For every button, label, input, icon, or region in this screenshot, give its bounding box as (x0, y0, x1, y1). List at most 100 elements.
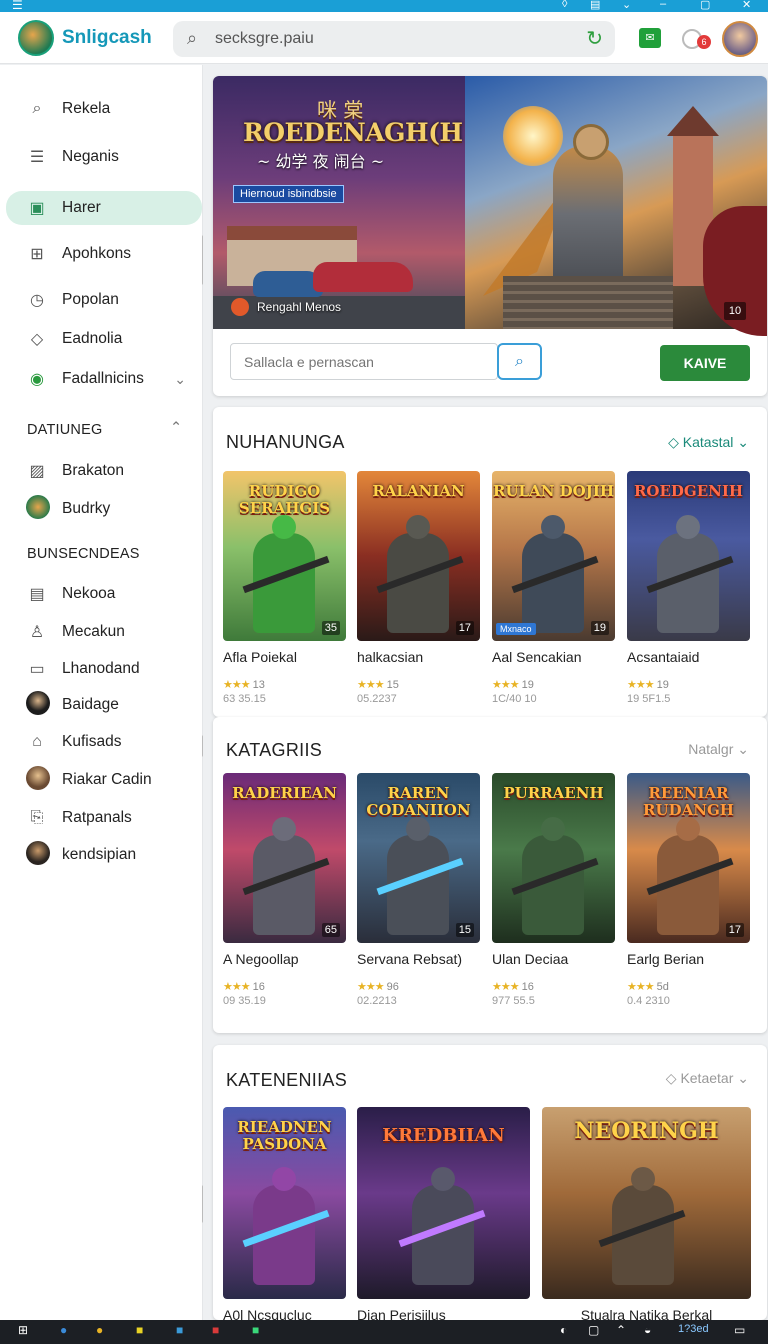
star-rating-icon: ★★★ (223, 679, 251, 691)
thumbnail-title: KREDBIIAN (382, 1125, 505, 1146)
game-name[interactable]: halkacsian (357, 649, 480, 665)
sidebar-item-fadallnicins[interactable]: ◉ Fadallnicins ⌄ (6, 362, 202, 396)
chevron-down-icon[interactable]: ⌄ (174, 371, 186, 388)
notification-center-icon[interactable]: ▭ (734, 1323, 745, 1341)
folder-icon: ▭ (29, 661, 45, 678)
game-card[interactable]: RADERIEAN 65 A Negoollap ★★★ 16 09 35.19 (223, 773, 346, 1007)
maximize-icon[interactable]: ▢ (700, 0, 710, 11)
game-card[interactable]: RUDIGO SERAHGIS 35 Afla Poiekal ★★★ 13 6… (223, 471, 346, 705)
refresh-icon[interactable]: ↻ (586, 26, 603, 51)
game-thumbnail[interactable]: RIEADNEN PASDONA (223, 1107, 346, 1299)
close-icon[interactable]: ✕ (742, 0, 751, 11)
sidebar-item-label: kendsipian (62, 846, 137, 863)
network-icon[interactable]: ◒ (644, 1323, 651, 1341)
game-thumbnail[interactable]: RAREN CODANIION 15 (357, 773, 480, 943)
game-name[interactable]: Acsantaiaid (627, 649, 750, 665)
sidebar-item-apohkons[interactable]: ⊞ Apohkons (6, 237, 202, 271)
section-link[interactable]: ◇ Ketaetar ⌄ (666, 1070, 749, 1087)
sidebar-item-riakar-cadin[interactable]: Riakar Cadin (6, 763, 202, 797)
game-name[interactable]: A Negoollap (223, 951, 346, 967)
hamburger-icon[interactable]: ☰ (12, 0, 23, 12)
banner-subtitle: ~ 幼学 夜 闹台 ~ (257, 152, 385, 171)
section-link[interactable]: Natalgr ⌄ (688, 741, 749, 758)
search-bar[interactable]: ⌕ ↻ (173, 21, 615, 57)
banner-art-right[interactable] (465, 76, 767, 336)
search-input[interactable] (215, 29, 555, 49)
tray-icon[interactable]: ▢ (588, 1323, 599, 1341)
windows-start-icon[interactable]: ⊞ (18, 1323, 28, 1341)
banner-art-left[interactable]: 咪 棠 ROEDENAGH(H ~ 幼学 夜 闹台 ~ Hiernoud isb… (213, 76, 465, 329)
edge-icon[interactable]: ● (60, 1323, 67, 1341)
star-rating-icon: ★★★ (223, 981, 251, 993)
app-icon[interactable]: ■ (212, 1323, 219, 1341)
search-icon: ⌕ (32, 100, 42, 117)
folder-icon[interactable]: ■ (136, 1323, 143, 1341)
sidebar-item-lhanodand[interactable]: ▭ Lhanodand (6, 652, 202, 686)
chrome-icon[interactable]: ● (96, 1323, 103, 1341)
tray-icon[interactable]: ◐ (560, 1323, 567, 1341)
game-card[interactable]: RIEADNEN PASDONA A0l Ncsqucluc (223, 1107, 346, 1323)
game-thumbnail[interactable]: RUDIGO SERAHGIS 35 (223, 471, 346, 641)
sidebar-item-harer[interactable]: ▣ Harer (6, 191, 202, 225)
game-card[interactable]: RALANIAN 17 halkacsian ★★★ 15 05.2237 (357, 471, 480, 705)
app-icon[interactable]: ■ (252, 1323, 259, 1341)
sidebar-item-neganis[interactable]: ☰ Neganis (6, 140, 202, 174)
section-card-katagriis: KATAGRIIS Natalgr ⌄ RADERIEAN 65 A Negoo… (213, 717, 767, 1033)
banner-go-button[interactable]: KAIVE (660, 345, 750, 381)
store-icon[interactable]: ■ (176, 1323, 183, 1341)
star-rating-icon: ★★★ (492, 981, 520, 993)
section-link-label: Natalgr (688, 741, 734, 757)
game-thumbnail[interactable]: NEORINGH (542, 1107, 751, 1299)
game-thumbnail[interactable]: REENIAR RUDANGH 17 (627, 773, 750, 943)
user-avatar[interactable] (722, 21, 758, 57)
game-card[interactable]: NEORINGH Stualra Natika Berkal (542, 1107, 751, 1323)
app-logo[interactable] (18, 20, 54, 56)
game-name[interactable]: Afla Poiekal (223, 649, 346, 665)
section-link[interactable]: ◇ Katastal ⌄ (668, 434, 749, 451)
sidebar-item-eadnolia[interactable]: ◇ Eadnolia (6, 322, 202, 356)
sidebar-item-kufisads[interactable]: ⌂ Kufisads (6, 725, 202, 759)
sidebar-item-ratpanals[interactable]: ⎘ Ratpanals (6, 801, 202, 835)
game-card[interactable]: ROEDGENIH Acsantaiaid ★★★ 19 19 5F1.5 (627, 471, 750, 705)
sidebar-item-kendsipian[interactable]: kendsipian (6, 838, 202, 872)
game-name[interactable]: Aal Sencakian (492, 649, 615, 665)
clock-text[interactable]: 1?3ed (678, 1323, 709, 1341)
game-name[interactable]: Servana Rebsat) (357, 951, 480, 967)
chevron-down-icon: ⌄ (737, 434, 749, 450)
avatar-icon (26, 690, 50, 720)
sidebar-item-nekooa[interactable]: ▤ Nekooa (6, 577, 202, 611)
section-title-datiuneg[interactable]: DATIUNEG ⌃ (27, 420, 182, 438)
brand-name[interactable]: Snligcash (62, 27, 152, 49)
banner-tag[interactable]: Hiernoud isbindbsie (233, 185, 344, 203)
sidebar-item-label: Lhanodand (62, 660, 140, 677)
game-name[interactable]: Earlg Berian (627, 951, 750, 967)
banner-search-input[interactable] (230, 343, 498, 380)
game-card[interactable]: RULAN DOJIH Mxnaco 19 Aal Sencakian ★★★ … (492, 471, 615, 705)
game-card[interactable]: REENIAR RUDANGH 17 Earlg Berian ★★★ 5d 0… (627, 773, 750, 1007)
sidebar-item-brakaton[interactable]: ▨ Brakaton (6, 454, 202, 488)
sidebar-item-budrky[interactable]: Budrky (6, 492, 202, 526)
game-thumbnail[interactable]: RULAN DOJIH Mxnaco 19 (492, 471, 615, 641)
sidebar-item-baidage[interactable]: Baidage (6, 688, 202, 722)
game-thumbnail[interactable]: RADERIEAN 65 (223, 773, 346, 943)
game-thumbnail[interactable]: RALANIAN 17 (357, 471, 480, 641)
game-card[interactable]: RAREN CODANIION 15 Servana Rebsat) ★★★ 9… (357, 773, 480, 1007)
sidebar-item-rekela[interactable]: ⌕ Rekela (6, 92, 202, 126)
game-thumbnail[interactable]: KREDBIIAN (357, 1107, 530, 1299)
minimize-icon[interactable]: – (660, 0, 666, 10)
chat-button[interactable]: ✉ (639, 28, 661, 48)
sidebar-item-popolan[interactable]: ◷ Popolan (6, 283, 202, 317)
doc-icon: ▤ (29, 586, 45, 603)
sidebar-item-mecakun[interactable]: ♙ Mecakun (6, 615, 202, 649)
list-icon: ☰ (29, 149, 45, 166)
game-rating: ★★★ 15 (357, 678, 480, 691)
game-card[interactable]: PURRAENH Ulan Deciaa ★★★ 16 977 55.5 (492, 773, 615, 1007)
chevron-up-icon[interactable]: ⌃ (616, 1323, 626, 1341)
game-card[interactable]: KREDBIIAN Dian Perisiilus (357, 1107, 530, 1323)
chevron-up-icon[interactable]: ⌃ (170, 420, 182, 436)
game-thumbnail[interactable]: ROEDGENIH (627, 471, 750, 641)
banner-search-button[interactable]: ⌕ (497, 343, 542, 380)
game-thumbnail[interactable]: PURRAENH (492, 773, 615, 943)
game-name[interactable]: Ulan Deciaa (492, 951, 615, 967)
chevron-down-icon[interactable]: ⌄ (622, 0, 631, 11)
